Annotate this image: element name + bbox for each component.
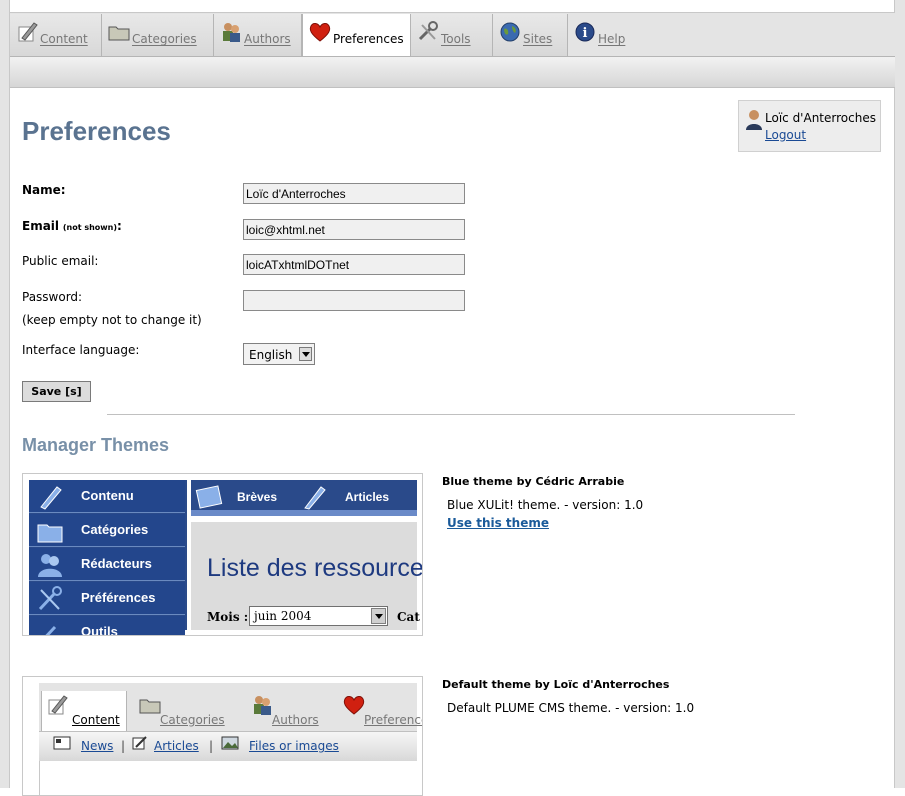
chevron-down-icon: [371, 608, 386, 624]
default-theme-desc: Default PLUME CMS theme. - version: 1.0: [447, 701, 695, 715]
folder-icon: [108, 26, 130, 41]
default-theme-body: [39, 761, 417, 795]
user-box: Loïc d'Anterroches Logout: [738, 100, 881, 152]
email-label: Email (not shown):: [22, 219, 122, 233]
blue-nav-item: Outils: [29, 616, 185, 635]
blue-theme-desc: Blue XULit! theme. - version: 1.0: [447, 498, 644, 512]
blue-nav-item: Préférences: [29, 582, 185, 615]
public-email-field[interactable]: loicATxhtmlDOTnet: [243, 254, 465, 275]
user-icon: [746, 110, 762, 130]
authors-icon: [38, 554, 62, 577]
window-right-margin: [894, 0, 905, 788]
tab-help[interactable]: i Help: [568, 14, 643, 56]
tab-authors[interactable]: Authors: [214, 14, 302, 56]
language-label: Interface language:: [22, 343, 140, 357]
default-theme-window: Content Categories Authors Preferences N…: [39, 683, 422, 795]
default-theme-subbar: News | Articles | Files or images: [39, 731, 417, 761]
blue-nav-item: Contenu: [29, 480, 185, 513]
main-tab-bar: Content Categories Authors Preferences T…: [10, 12, 895, 58]
name-field[interactable]: Loïc d'Anterroches: [243, 183, 465, 204]
sub-toolbar: [10, 56, 895, 88]
tools-icon: [38, 586, 62, 611]
pen-icon: [40, 486, 62, 510]
user-name: Loïc d'Anterroches: [765, 111, 876, 125]
image-icon: [221, 736, 239, 750]
public-email-label: Public email:: [22, 254, 99, 268]
chevron-down-icon: [299, 347, 312, 361]
email-field[interactable]: loic@xhtml.net: [243, 219, 465, 240]
themes-title: Manager Themes: [22, 435, 170, 455]
pen-icon: [48, 695, 68, 715]
tab-preferences[interactable]: Preferences: [302, 14, 411, 58]
tab-sites[interactable]: Sites: [493, 14, 568, 56]
pen-icon: [132, 736, 147, 750]
blue-month-select: juin 2004: [249, 606, 388, 626]
default-tab: Authors: [247, 691, 333, 731]
tab-tools[interactable]: Tools: [411, 14, 493, 56]
blue-theme-topbar: Brèves Articles: [191, 480, 417, 516]
folder-icon: [139, 699, 161, 714]
logout-link[interactable]: Logout: [765, 128, 806, 142]
svg-text:i: i: [583, 26, 588, 41]
globe-icon: [500, 22, 520, 42]
blue-nav-item: Rédacteurs: [29, 548, 185, 581]
blue-nav-item: Catégories: [29, 514, 185, 547]
tab-content[interactable]: Content: [10, 14, 102, 56]
blue-theme-main: Liste des ressources Mois : juin 2004 Ca…: [191, 522, 422, 630]
newspaper-icon: [195, 485, 223, 509]
save-button[interactable]: Save [s]: [22, 381, 91, 402]
tools-icon: [418, 21, 438, 41]
tab-categories[interactable]: Categories: [102, 14, 214, 56]
window-left-margin: [0, 0, 10, 788]
blue-theme-title: Blue theme by Cédric Arrabie: [442, 475, 625, 488]
language-select[interactable]: English: [243, 343, 315, 365]
pen-icon: [18, 22, 38, 42]
password-field[interactable]: [243, 290, 465, 311]
authors-icon: [254, 696, 271, 715]
blue-theme-preview: Contenu Catégories Rédacteurs Préférence…: [22, 473, 423, 636]
authors-icon: [223, 23, 240, 42]
tools-icon: [45, 625, 57, 635]
heart-icon: [343, 696, 365, 715]
divider: [107, 414, 795, 415]
newspaper-icon: [53, 736, 71, 750]
heart-icon: [309, 23, 331, 42]
email-note: (not shown): [62, 223, 118, 232]
default-theme-preview: Content Categories Authors Preferences N…: [22, 676, 423, 796]
language-value: English: [249, 348, 293, 362]
blue-theme-nav: Contenu Catégories Rédacteurs Préférence…: [29, 480, 187, 635]
default-theme-title: Default theme by Loïc d'Anterroches: [442, 678, 670, 691]
name-label: Name:: [22, 183, 66, 197]
page-title: Preferences: [22, 116, 171, 146]
folder-icon: [37, 524, 63, 543]
default-tab: Preferences: [339, 691, 422, 731]
use-theme-link[interactable]: Use this theme: [447, 516, 549, 530]
pen-icon: [304, 486, 326, 510]
password-label: Password:: [22, 290, 83, 304]
info-icon: i: [575, 22, 595, 42]
default-tab: Content: [41, 691, 127, 731]
password-hint: (keep empty not to change it): [22, 313, 202, 327]
default-tab: Categories: [135, 691, 239, 731]
